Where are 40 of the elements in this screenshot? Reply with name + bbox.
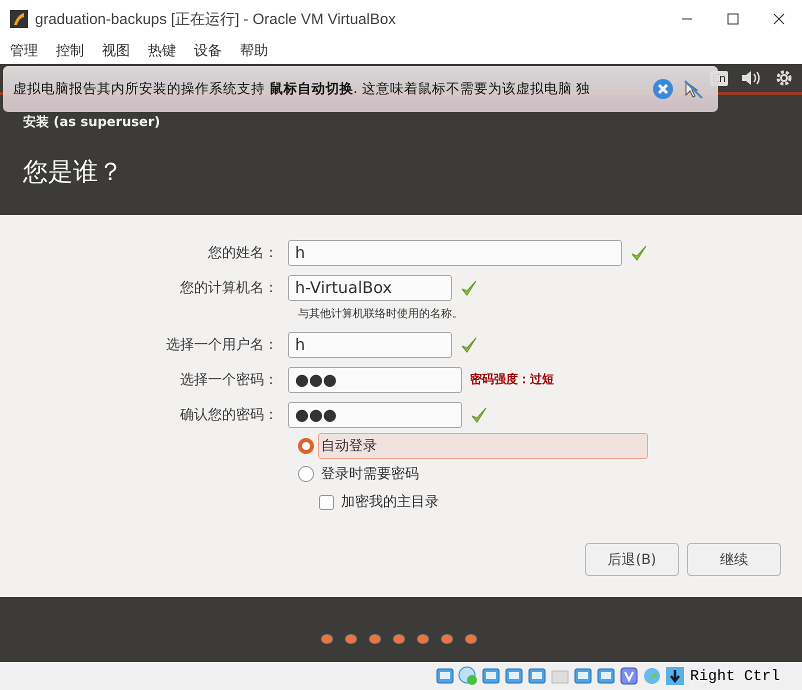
volume-icon[interactable]	[740, 69, 762, 87]
checkbox-label[interactable]: 加密我的主目录	[341, 493, 439, 511]
menu-item[interactable]: 视图	[101, 42, 131, 60]
close-icon[interactable]	[652, 78, 674, 100]
field-label: 选择一个用户名：	[165, 336, 279, 354]
notification-message: 虚拟电脑报告其内所安装的操作系统支持 鼠标自动切换. 这意味着鼠标不需要为该虚拟电脑 独	[13, 80, 592, 98]
mouse-pointer-icon[interactable]	[682, 78, 704, 100]
continue-button[interactable]: 继续	[687, 543, 781, 576]
input-field[interactable]: h	[288, 332, 452, 358]
installer-heading: 安装 (as superuser)	[23, 114, 162, 131]
input-field[interactable]: ●●●	[288, 402, 462, 428]
input-field[interactable]: h-VirtualBox	[288, 274, 452, 300]
field-label: 确认您的密码：	[179, 406, 279, 424]
app-icon	[9, 9, 29, 29]
menu-item[interactable]: 热键	[147, 42, 177, 60]
download-icon[interactable]	[664, 666, 685, 686]
radio-button[interactable]	[298, 466, 314, 482]
input-field[interactable]: h	[288, 240, 622, 266]
field-label: 您的姓名：	[207, 244, 279, 262]
optical-disk-icon[interactable]	[458, 666, 478, 686]
display-icon[interactable]	[572, 666, 593, 686]
field-label: 选择一个密码：	[179, 370, 279, 388]
radio-label[interactable]: 自动登录	[318, 433, 648, 459]
field-label: 您的计算机名：	[179, 278, 279, 296]
host-key-label: Right Ctrl	[690, 668, 780, 684]
page-title: 您是谁？	[23, 156, 124, 188]
menu-item[interactable]: 帮助	[239, 42, 269, 60]
menu-item[interactable]: 管理	[9, 42, 39, 60]
menu-item[interactable]: 控制	[55, 42, 85, 60]
field-hint: 与其他计算机联络时使用的名称。	[298, 306, 464, 322]
back-button[interactable]: 后退(B)	[585, 543, 679, 576]
radio-label[interactable]: 登录时需要密码	[318, 461, 648, 487]
window-title: graduation-backups [正在运行] - Oracle VM VirtualBox	[35, 10, 397, 28]
checkbox[interactable]	[319, 494, 334, 510]
settings-icon[interactable]	[774, 68, 794, 88]
input-field[interactable]: ●●●	[288, 366, 462, 392]
menu-item[interactable]: 设备	[193, 42, 223, 60]
password-strength: 密码强度：过短	[470, 371, 554, 388]
radio-button[interactable]	[298, 438, 314, 454]
chip-icon[interactable]	[618, 666, 639, 686]
